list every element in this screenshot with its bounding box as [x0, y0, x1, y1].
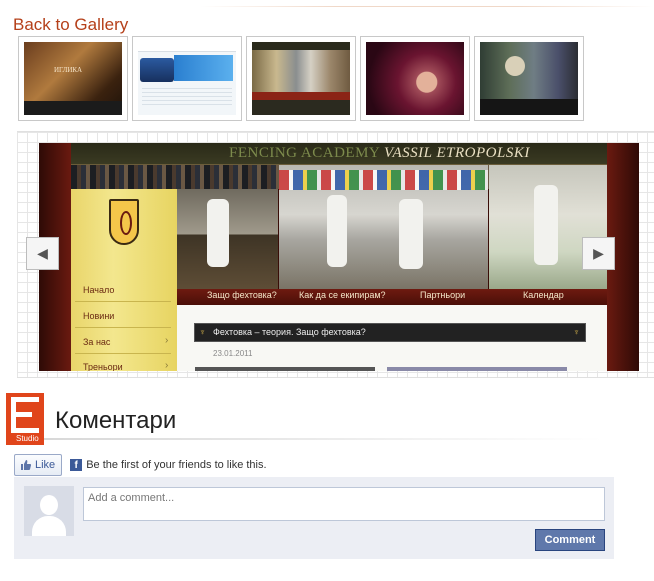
sword-icon: ♆ [199, 327, 206, 337]
like-button-label: Like [35, 459, 56, 471]
site-nav-about: За нас [83, 337, 111, 347]
thumbnail-photos [252, 50, 350, 92]
comment-composer: Add a comment... Comment [14, 477, 614, 559]
content-strip [195, 367, 375, 371]
site-nav-divider [75, 353, 171, 354]
chevron-right-icon: › [165, 335, 169, 346]
thumbnail-bus [140, 58, 174, 82]
logo-text: Studio [16, 434, 39, 443]
site-nav-home: Начало [83, 285, 115, 295]
studio-logo: Studio [6, 393, 44, 445]
article-title: Фехтовка – теория. Защо фехтовка? [213, 327, 366, 337]
gallery-thumbnail[interactable] [132, 36, 242, 121]
chevron-left-icon: ◀ [37, 245, 48, 261]
fencer-figure [207, 199, 229, 267]
chevron-right-icon: ▶ [593, 245, 604, 261]
article-header: ♆ Фехтовка – теория. Защо фехтовка? ♆ [194, 323, 586, 342]
fencer-figure [399, 199, 423, 269]
site-title: FENCING ACADEMY VASSIL ETROPOLSKI [229, 145, 530, 161]
site-menu-bar: Защо фехтовка? Как да се екипирам? Партн… [177, 289, 607, 305]
avatar-body [32, 516, 66, 536]
thumbnail-band [480, 99, 578, 115]
slider-prev-button[interactable]: ◀ [26, 237, 59, 270]
site-menu-item: Партньори [420, 290, 466, 300]
thumbnail-image [366, 42, 464, 115]
gallery-thumbnail[interactable] [360, 36, 470, 121]
gallery-thumbnail[interactable] [246, 36, 356, 121]
gallery-thumbnail[interactable] [474, 36, 584, 121]
content-strip [387, 367, 567, 371]
slider-next-button[interactable]: ▶ [582, 237, 615, 270]
crest-icon [109, 199, 139, 245]
article-date: 23.01.2011 [213, 349, 253, 358]
comments-title: Коментари [55, 407, 177, 434]
site-header: FENCING ACADEMY VASSIL ETROPOLSKI [71, 143, 607, 165]
avatar-head [40, 495, 58, 515]
site-menu-item: Как да се екипирам? [299, 290, 386, 300]
like-row: Like f Be the first of your friends to l… [14, 454, 267, 476]
comment-submit-button[interactable]: Comment [535, 529, 605, 551]
thumbs-up-icon [21, 460, 32, 470]
site-content: ♆ Фехтовка – теория. Защо фехтовка? ♆ 23… [177, 305, 607, 371]
top-divider [200, 6, 654, 7]
thumbnail-band [24, 101, 122, 115]
site-nav-news: Новини [83, 311, 115, 321]
thumbnail-header [138, 42, 236, 52]
site-menu-item: Защо фехтовка? [207, 290, 277, 300]
thumbnail-lines [142, 88, 232, 108]
fencer-photo-right [489, 165, 607, 289]
site-nav-coaches: Треньори [83, 362, 123, 371]
thumbnail-image [252, 42, 350, 115]
comment-input[interactable]: Add a comment... [83, 487, 605, 521]
fencer-figure [534, 185, 558, 265]
avatar [24, 486, 74, 536]
flags-banner [279, 170, 488, 190]
chevron-right-icon: › [165, 360, 169, 371]
thumbnail-image [138, 42, 236, 115]
logo-letter-icon [11, 397, 39, 433]
image-slider: FENCING ACADEMY VASSIL ETROPOLSKI Начало… [17, 131, 654, 378]
thumbnail-image: ИГЛИКА [24, 42, 122, 115]
facebook-icon: f [70, 459, 83, 471]
slide-image: FENCING ACADEMY VASSIL ETROPOLSKI Начало… [39, 143, 639, 371]
comments-header: Studio Коментари [6, 393, 654, 447]
fencer-figure [327, 195, 347, 267]
sword-icon: ♆ [573, 327, 580, 337]
like-count-text: Be the first of your friends to like thi… [86, 459, 267, 471]
header-divider [44, 438, 604, 440]
like-button[interactable]: Like [14, 454, 63, 476]
gallery-thumbnail[interactable]: ИГЛИКА [18, 36, 128, 121]
site-nav-divider [75, 301, 171, 302]
site-menu-item: Календар [523, 290, 564, 300]
thumbnail-header [252, 42, 350, 50]
thumbnail-banner [174, 55, 233, 81]
thumbnail-menu-bar [252, 92, 350, 100]
site-nav-divider [75, 327, 171, 328]
thumbnail-caption: ИГЛИКА [54, 66, 83, 74]
back-to-gallery-link[interactable]: Back to Gallery [13, 15, 128, 35]
fencer-photo-left [177, 189, 278, 289]
thumbnail-image [480, 42, 578, 115]
thumbnail-logo [505, 56, 525, 76]
